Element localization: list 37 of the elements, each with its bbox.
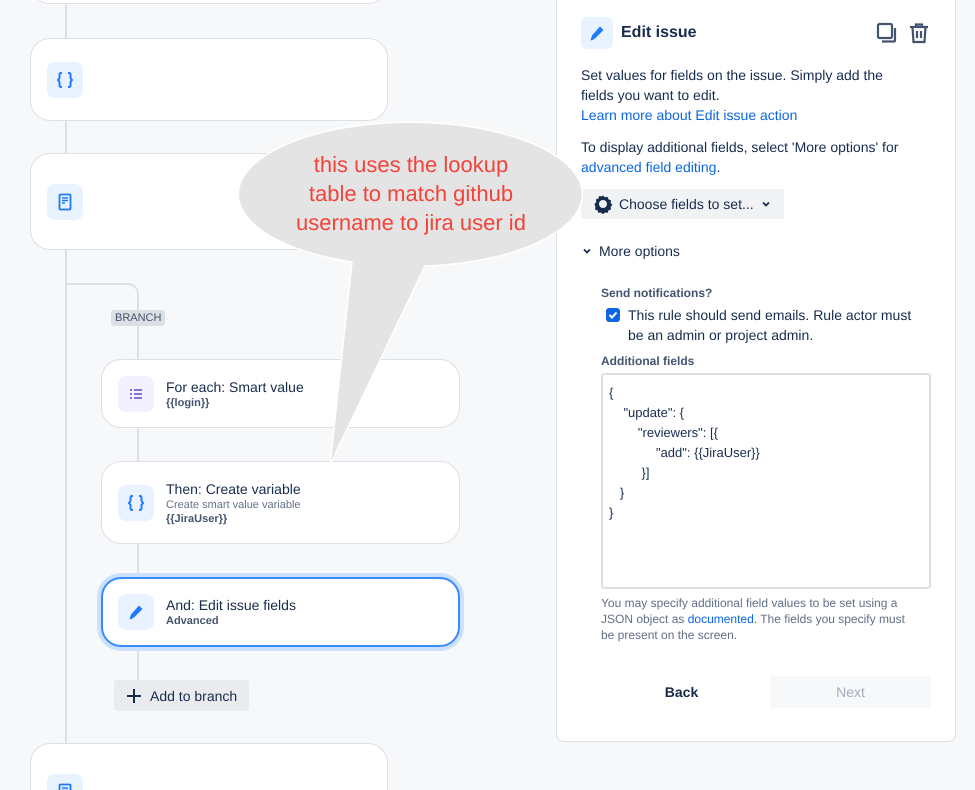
help-text: You may specify additional field values to be set using a JSON object as documented. The fields you specify must be present on the screen.: [601, 595, 906, 643]
learn-more-link[interactable]: Learn more about Edit issue action: [581, 107, 798, 123]
field-label: Additional fields: [601, 353, 696, 369]
more-options-toggle[interactable]: More options: [581, 241, 680, 261]
step-title: Then: Create variable: [166, 480, 301, 498]
callout-text: this uses the lookup table to match github username to jira user id: [295, 151, 527, 237]
intro-text: Set values for fields on the issue. Simply add the fields you want to edit. Learn more about Edit issue action: [581, 66, 884, 125]
checkbox-label: This rule should send emails. Rule actor must be an admin or project admin.: [628, 306, 912, 345]
pencil-icon: [581, 17, 613, 49]
list-icon: [118, 376, 154, 412]
step-title: And: Edit issue fields: [166, 596, 296, 614]
checkbox[interactable]: [606, 308, 620, 322]
step-detail: Advanced: [166, 614, 220, 628]
add-to-branch-button[interactable]: Add to branch: [114, 680, 250, 711]
step-detail: {{login}}: [166, 396, 210, 410]
braces-icon: [47, 62, 83, 98]
rule-step-card[interactable]: For each: Smart value {{login}}: [101, 359, 460, 428]
branch-badge: BRANCH: [111, 310, 166, 326]
copy-icon[interactable]: [875, 21, 899, 45]
step-subtitle: Create smart value variable: [166, 498, 301, 512]
braces-icon: [118, 484, 154, 520]
advanced-editing-link[interactable]: advanced field editing: [581, 159, 716, 175]
choose-fields-button[interactable]: Choose fields to set...: [581, 189, 784, 219]
document-icon: [47, 184, 83, 220]
plus-icon: [126, 688, 142, 704]
field-label: Send notifications?: [601, 285, 714, 301]
pencil-icon: [118, 594, 154, 630]
documented-link[interactable]: documented: [688, 612, 754, 626]
hint-text: To display additional fields, select 'More options' for advanced field editing.: [581, 138, 900, 177]
panel-title: Edit issue: [621, 23, 698, 43]
trash-icon[interactable]: [907, 21, 931, 45]
rule-step-card[interactable]: Then: Create variable Create smart value variable {{JiraUser}}: [101, 461, 460, 544]
step-title: For each: Smart value: [166, 378, 304, 396]
json-field[interactable]: { "update": { "reviewers": [{ "add": {{JiraUser}} }] } }: [601, 373, 931, 589]
gear-icon: [593, 194, 613, 214]
back-button[interactable]: Back: [601, 676, 762, 708]
step-detail: {{JiraUser}}: [166, 512, 228, 526]
